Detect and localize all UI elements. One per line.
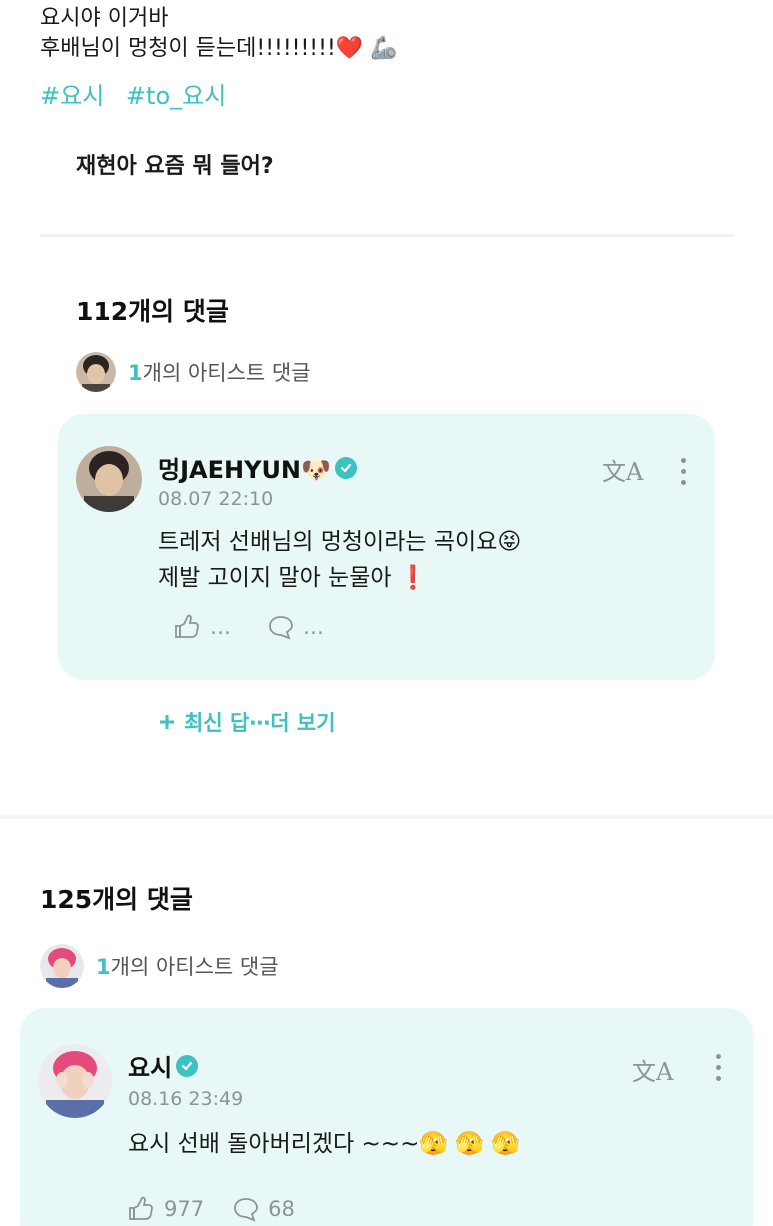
comment-actions: … …	[174, 614, 324, 640]
reply-button[interactable]: …	[267, 614, 324, 640]
section-divider	[0, 815, 773, 819]
comment-timestamp: 08.16 23:49	[128, 1088, 244, 1110]
verified-icon	[176, 1054, 199, 1077]
commenter-name-row[interactable]: 요시	[128, 1048, 199, 1083]
avatar[interactable]	[76, 446, 142, 512]
comment-body: 트레저 선배님의 멍청이라는 곡이요😝 제발 고이지 말아 눈물아 ❗	[158, 524, 521, 596]
hashtag-to-yoshi[interactable]: #to_요시	[126, 82, 226, 110]
more-options-icon[interactable]	[714, 1054, 722, 1081]
like-count: 977	[164, 1197, 205, 1221]
show-more-replies-button[interactable]: 최신 답⋯더 보기	[158, 707, 336, 737]
reply-icon	[234, 1198, 258, 1222]
artist-comment-count: 1	[96, 955, 111, 979]
avatar[interactable]	[38, 1044, 112, 1118]
comment-line-1: 트레저 선배님의 멍청이라는 곡이요😝	[158, 529, 522, 555]
artist-comment-card[interactable]: 멍JAEHYUN🐶 08.07 22:10 트레저 선배님의 멍청이라는 곡이요…	[58, 414, 715, 680]
reply-count: 68	[268, 1197, 295, 1221]
avatar	[76, 352, 116, 392]
post-line-2: 후배님이 멍청이 듣는데!!!!!!!!!❤️ 🦾	[40, 36, 398, 61]
commenter-name: 멍JAEHYUN🐶	[158, 456, 331, 484]
hashtag-yoshi[interactable]: #요시	[40, 82, 104, 110]
like-icon	[129, 1196, 153, 1220]
translate-icon[interactable]: 文A	[632, 1052, 673, 1087]
comment-timestamp: 08.07 22:10	[158, 488, 274, 510]
artist-comment-label: 개의 아티스트 댓글	[142, 361, 311, 385]
like-icon	[175, 614, 199, 638]
comment-actions: 977 68	[128, 1196, 295, 1222]
comment-count-title: 125개의 댓글	[40, 885, 193, 914]
comment-count-title: 112개의 댓글	[76, 297, 229, 326]
quoted-question: 재현아 요즘 뭐 들어?	[76, 154, 274, 179]
like-button[interactable]: …	[174, 614, 231, 640]
artist-comment-label: 개의 아티스트 댓글	[110, 955, 279, 979]
avatar	[40, 944, 84, 988]
artist-comment-row[interactable]: 1개의 아티스트 댓글	[40, 944, 279, 988]
verified-icon	[334, 456, 357, 479]
like-button[interactable]: 977	[128, 1196, 204, 1222]
reply-icon	[269, 616, 293, 640]
like-count: …	[210, 615, 231, 639]
reply-button[interactable]: 68	[232, 1196, 295, 1222]
commenter-name: 요시	[128, 1054, 173, 1082]
commenter-name-row[interactable]: 멍JAEHYUN🐶	[158, 450, 357, 485]
comment-body: 요시 선배 돌아버리겠다 ~~~🫣 🫣 🫣	[128, 1131, 520, 1157]
post-line-1: 요시야 이거바	[40, 6, 169, 31]
artist-comment-count: 1	[128, 361, 143, 385]
show-more-replies-label: 최신 답⋯더 보기	[184, 711, 336, 735]
reply-count: …	[303, 615, 324, 639]
more-options-icon[interactable]	[679, 458, 687, 485]
artist-comment-card[interactable]: 요시 08.16 23:49 요시 선배 돌아버리겠다 ~~~🫣 🫣 🫣 977…	[20, 1008, 753, 1226]
hashtags: #요시 #to_요시	[40, 76, 240, 111]
divider	[40, 234, 734, 237]
comment-line-2: 제발 고이지 말아 눈물아 ❗	[158, 565, 428, 591]
post-text: 요시야 이거바 후배님이 멍청이 듣는데!!!!!!!!!❤️ 🦾	[40, 4, 398, 64]
translate-icon[interactable]: 文A	[602, 452, 643, 487]
plus-icon	[160, 715, 174, 729]
artist-comment-row[interactable]: 1개의 아티스트 댓글	[76, 352, 311, 392]
